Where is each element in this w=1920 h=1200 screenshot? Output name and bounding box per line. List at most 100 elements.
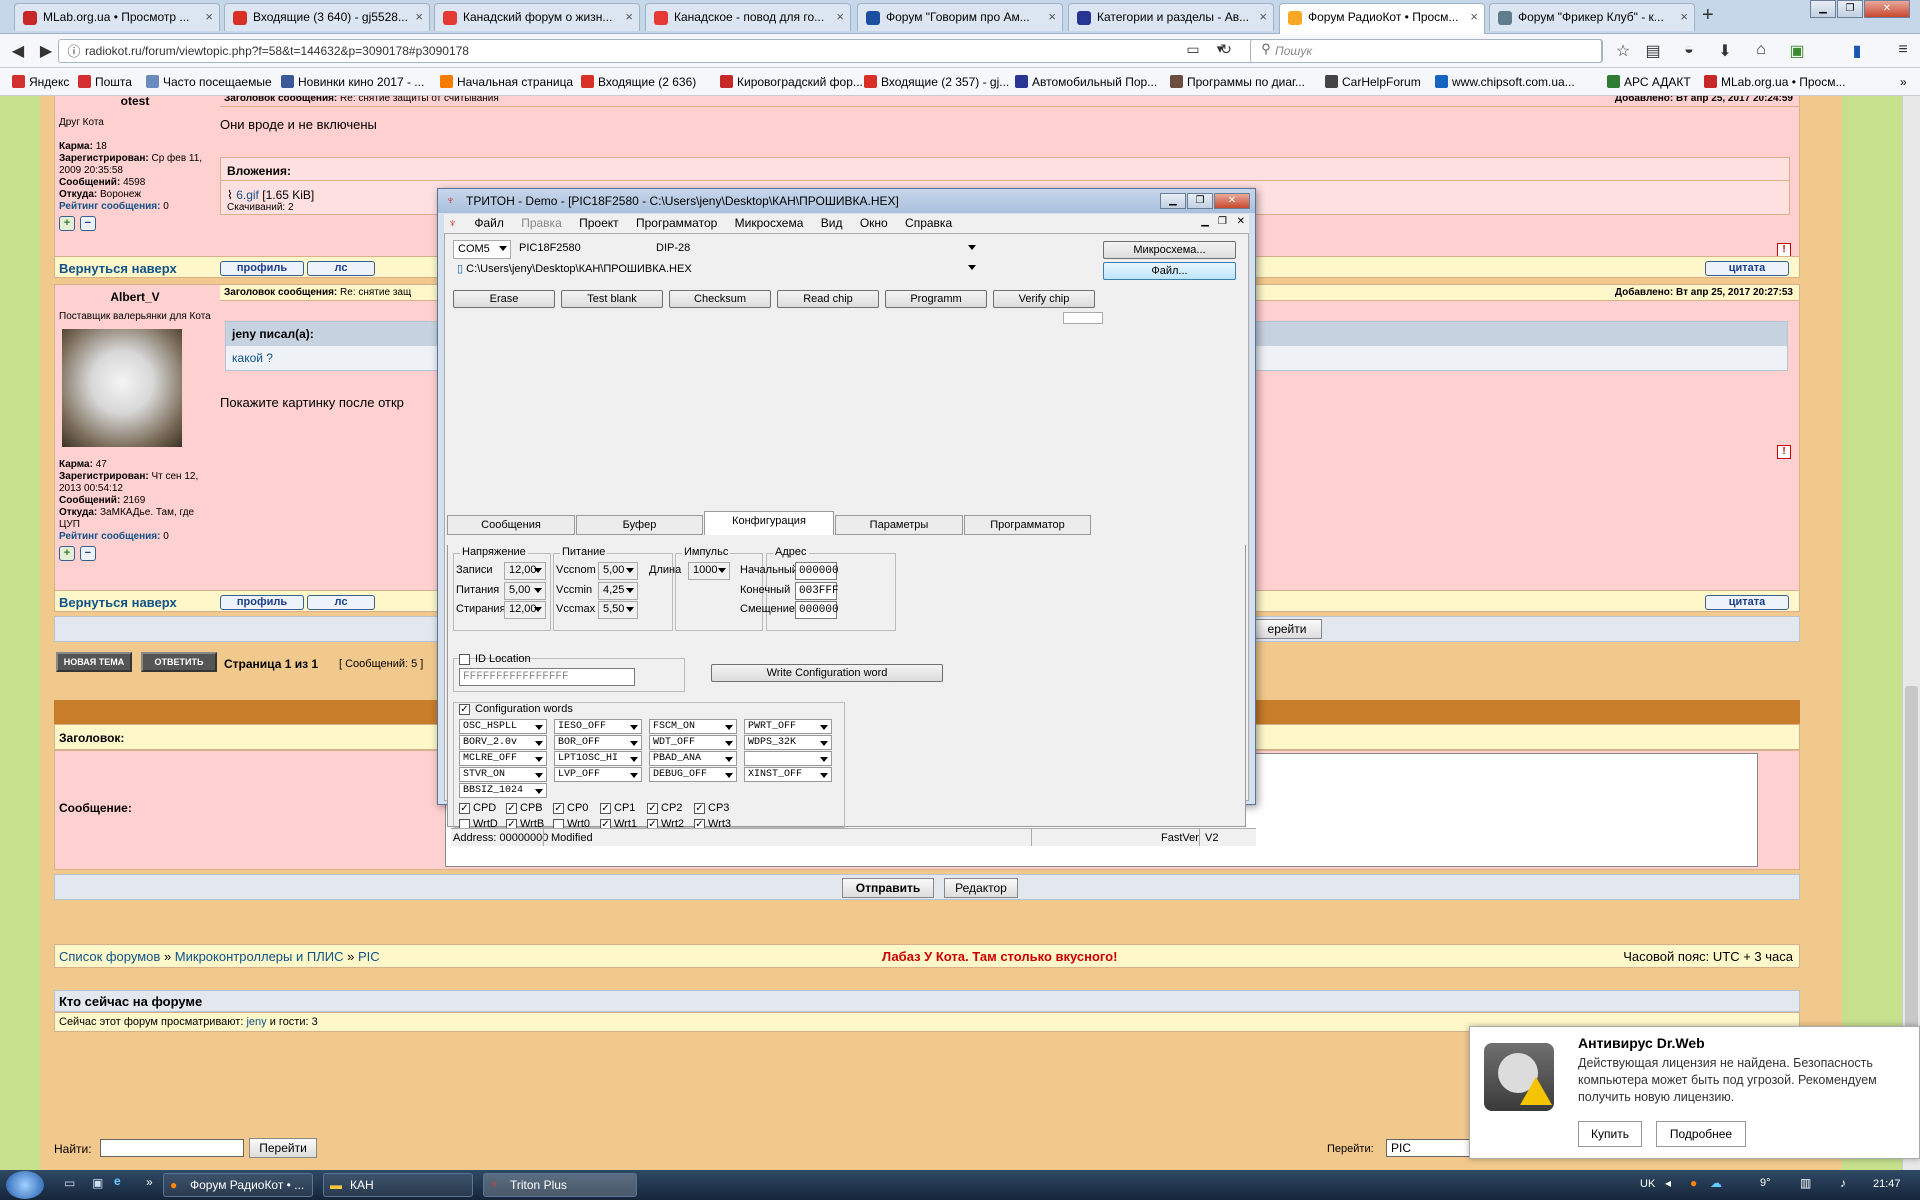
config-words-checkbox[interactable]: ✓	[459, 704, 470, 715]
tray-network-icon[interactable]: ▥	[1800, 1176, 1811, 1190]
report-icon[interactable]: !	[1777, 445, 1791, 459]
post-author[interactable]: otest	[59, 96, 211, 107]
power-select[interactable]: 4,25	[598, 582, 638, 600]
quick-launch-more-icon[interactable]: »	[146, 1175, 153, 1189]
address-input[interactable]: 000000	[795, 601, 839, 619]
new-tab-button[interactable]: +	[1702, 4, 1714, 27]
online-user-link[interactable]: jeny	[246, 1016, 266, 1028]
browser-tab[interactable]: Категории и разделы - Ав... ×	[1068, 3, 1274, 31]
bookmark-item[interactable]: Входящие (2 636)	[581, 75, 696, 89]
bookmark-item[interactable]: Программы по диаг...	[1170, 75, 1305, 89]
post-author[interactable]: Albert_V	[59, 291, 211, 303]
action-programm-button[interactable]: Programm	[885, 290, 987, 308]
browser-tab[interactable]: MLab.org.ua • Просмотр ... ×	[14, 3, 220, 31]
jump-select[interactable]: PIC	[1386, 1139, 1476, 1157]
action-erase-button[interactable]: Erase	[453, 290, 555, 308]
back-to-top-link[interactable]: Вернуться наверх	[59, 595, 177, 610]
power-select[interactable]: 5,50	[598, 601, 638, 619]
config-word-select[interactable]: OSC_HSPLL	[459, 719, 547, 734]
config-word-select[interactable]: BBSIZ_1024	[459, 783, 547, 798]
drweb-buy-button[interactable]: Купить	[1578, 1121, 1642, 1147]
rate-minus-button[interactable]: −	[79, 216, 96, 231]
config-word-select[interactable]: PWRT_OFF	[744, 719, 832, 734]
promo-link[interactable]: Лабаз У Кота. Там столько вкусного!	[882, 949, 1117, 964]
menu-programmer[interactable]: Программатор	[636, 216, 717, 230]
menu-edit[interactable]: Правка	[521, 216, 562, 230]
ie-icon[interactable]: e	[114, 1174, 121, 1188]
star-icon[interactable]: ☆	[1613, 41, 1633, 61]
bookmark-item[interactable]: Начальная страница	[440, 75, 573, 89]
browser-tab[interactable]: Входящие (3 640) - gj5528... ×	[224, 3, 430, 31]
triton-titlebar[interactable]: ♆ ТРИТОН - Demo - [PIC18F2580 - C:\Users…	[438, 189, 1255, 213]
breadcrumb-forums[interactable]: Список форумов	[59, 949, 160, 964]
config-word-select[interactable]: WDT_OFF	[649, 735, 737, 750]
triton-tab[interactable]: Буфер	[576, 515, 703, 535]
browser-tab[interactable]: Канадское - повод для го... ×	[645, 3, 851, 31]
config-word-select[interactable]: BORV_2.0v	[459, 735, 547, 750]
pm-button[interactable]: лс	[307, 261, 375, 276]
bookmark-manager-icon[interactable]: ▮	[1847, 41, 1867, 61]
bookmark-item[interactable]: Яндекс	[12, 75, 69, 89]
show-desktop-icon[interactable]: ▭	[64, 1176, 75, 1190]
start-button[interactable]	[6, 1171, 44, 1199]
menu-help[interactable]: Справка	[905, 216, 952, 230]
bookmark-item[interactable]: www.chipsoft.com.ua...	[1435, 75, 1575, 89]
fuse-checkbox[interactable]: ✓	[459, 803, 470, 814]
tab-close-icon[interactable]: ×	[1048, 9, 1056, 24]
triton-tab[interactable]: Сообщения	[447, 515, 575, 535]
browser-tab[interactable]: Форум "Фрикер Клуб" - к... ×	[1489, 3, 1695, 31]
file-button[interactable]: Файл...	[1103, 262, 1236, 280]
tab-close-icon[interactable]: ×	[625, 9, 633, 24]
mdi-restore-button[interactable]: ❐	[1218, 216, 1227, 227]
download-icon[interactable]: ⬇	[1715, 41, 1735, 61]
menu-project[interactable]: Проект	[579, 216, 619, 230]
tab-close-icon[interactable]: ×	[1470, 9, 1478, 24]
file-path-select[interactable]: ▯ C:\Users\jeny\Desktop\КАН\ПРОШИВКА.HEX	[453, 260, 979, 279]
rate-minus-button[interactable]: −	[79, 546, 96, 561]
pm-button[interactable]: лс	[307, 595, 375, 610]
bookmark-item[interactable]: АРС АДАКТ	[1607, 75, 1691, 89]
bookmark-item[interactable]: Новинки кино 2017 - ...	[281, 75, 424, 89]
info-icon[interactable]: ⓘ	[64, 41, 84, 61]
menu-window[interactable]: Окно	[860, 216, 888, 230]
config-word-select[interactable]: DEBUG_OFF	[649, 767, 737, 782]
quote-button[interactable]: цитата	[1705, 595, 1789, 610]
power-select[interactable]: 5,00	[598, 562, 638, 580]
fuse-checkbox[interactable]: ✓	[553, 803, 564, 814]
triton-tab[interactable]: Программатор	[964, 515, 1091, 535]
menu-icon[interactable]: ≡	[1893, 41, 1913, 61]
address-input[interactable]: 003FFF	[795, 582, 839, 600]
menu-chip[interactable]: Микросхема	[735, 216, 804, 230]
bookmark-item[interactable]: Кировоградский фор...	[720, 75, 863, 89]
profile-button[interactable]: профиль	[220, 261, 304, 276]
browser-tab[interactable]: Канадский форум о жизн... ×	[434, 3, 640, 31]
rating-label[interactable]: Рейтинг сообщения:	[59, 531, 160, 542]
tray-weather-icon[interactable]: ☁	[1710, 1176, 1722, 1190]
tab-close-icon[interactable]: ×	[836, 9, 844, 24]
profile-button[interactable]: профиль	[220, 595, 304, 610]
triton-minimize-button[interactable]: ▁	[1160, 193, 1186, 209]
home-icon[interactable]: ⌂	[1751, 41, 1771, 61]
report-icon[interactable]: !	[1777, 243, 1791, 257]
config-word-select[interactable]: LVP_OFF	[554, 767, 642, 782]
chip-select[interactable]: PIC18F2580 DIP-28	[515, 240, 979, 259]
reply-button[interactable]: ОТВЕТИТЬ	[141, 652, 217, 672]
triton-tab[interactable]: Параметры	[835, 515, 963, 535]
find-button[interactable]: Перейти	[249, 1138, 317, 1158]
back-icon[interactable]: ◀	[8, 41, 28, 61]
attachment-link[interactable]: 6.gif	[236, 188, 259, 202]
task-triton[interactable]: ♆ Triton Plus	[483, 1173, 637, 1197]
quote-button[interactable]: цитата	[1705, 261, 1789, 276]
explorer-icon[interactable]: ▣	[92, 1176, 103, 1190]
rate-plus-button[interactable]: +	[59, 546, 75, 561]
config-word-select[interactable]: MCLRE_OFF	[459, 751, 547, 766]
editor-button[interactable]: Редактор	[944, 878, 1018, 898]
minimize-button[interactable]: ▁	[1810, 0, 1836, 18]
port-select[interactable]: COM5	[453, 240, 511, 259]
bookmark-item[interactable]: CarHelpForum	[1325, 75, 1421, 89]
pulse-select[interactable]: 1000	[688, 562, 730, 580]
pocket-icon[interactable]: ◒	[1679, 41, 1699, 61]
config-word-select[interactable]: STVR_ON	[459, 767, 547, 782]
bookmark-item[interactable]: Пошта	[78, 75, 132, 89]
breadcrumb-mcu[interactable]: Микроконтроллеры и ПЛИС	[175, 949, 344, 964]
